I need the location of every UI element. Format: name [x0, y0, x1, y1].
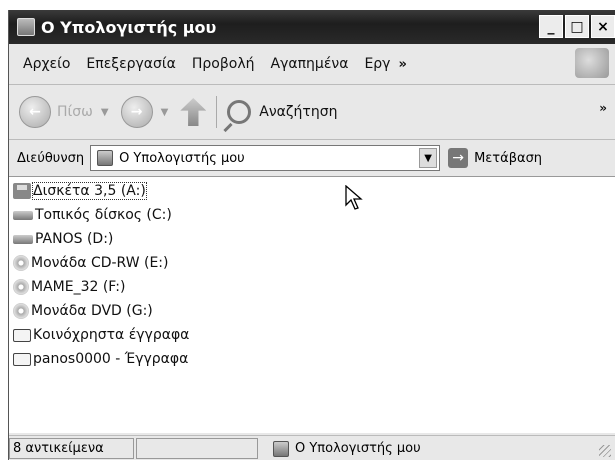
address-value: Ο Υπολογιστής μου	[119, 150, 245, 166]
list-item[interactable]: PANOS (D:)	[13, 229, 113, 249]
address-label: Διεύθυνση	[17, 150, 85, 166]
menu-favorites[interactable]: Αγαπημένα	[271, 56, 349, 72]
back-dropdown-icon[interactable]: ▼	[101, 107, 109, 118]
item-label: Δισκέτα 3,5 (A:)	[32, 182, 147, 200]
status-empty-cell	[136, 438, 258, 459]
window-title: Ο Υπολογιστής μου	[41, 17, 217, 37]
menu-bar: Αρχείο Επεξεργασία Προβολή Αγαπημένα Εργ…	[9, 44, 615, 85]
list-item[interactable]: Τοπικός δίσκος (C:)	[13, 205, 172, 225]
list-item[interactable]: Κοινόχρηστα έγγραφα	[13, 325, 189, 345]
list-item[interactable]: panos0000 - Έγγραφα	[13, 349, 188, 369]
item-label: Τοπικός δίσκος (C:)	[35, 207, 172, 223]
folder-icon	[13, 352, 31, 366]
item-label: Μονάδα DVD (G:)	[31, 303, 153, 319]
my-computer-icon	[97, 150, 114, 166]
back-button[interactable]: ← Πίσω ▼	[19, 96, 109, 128]
local-disk-icon	[13, 234, 33, 244]
toolbar-separator	[216, 96, 218, 128]
address-dropdown-icon[interactable]: ▼	[419, 148, 438, 168]
search-icon[interactable]	[227, 100, 252, 124]
forward-dropdown-icon[interactable]: ▼	[161, 107, 169, 118]
mouse-cursor-icon	[345, 185, 363, 210]
item-label: Κοινόχρηστα έγγραφα	[33, 327, 190, 343]
menu-view[interactable]: Προβολή	[192, 56, 255, 72]
maximize-button[interactable]: □	[565, 15, 589, 38]
cd-drive-icon	[13, 279, 29, 295]
explorer-window: Ο Υπολογιστής μου _ □ × Αρχείο Επεξεργασ…	[8, 10, 615, 460]
status-location: Ο Υπολογιστής μου	[270, 438, 500, 459]
folder-icon	[13, 328, 31, 342]
toolbar: ← Πίσω ▼ → ▼ Αναζήτηση »	[9, 85, 615, 140]
my-computer-icon	[17, 18, 35, 36]
menu-edit[interactable]: Επεξεργασία	[86, 56, 175, 72]
file-list: Δισκέτα 3,5 (A:) Τοπικός δίσκος (C:) PAN…	[9, 177, 615, 433]
item-label: Μονάδα CD-RW (E:)	[31, 255, 169, 271]
list-item[interactable]: Δισκέτα 3,5 (A:)	[13, 181, 147, 201]
back-label: Πίσω	[57, 104, 93, 120]
local-disk-icon	[13, 210, 33, 220]
search-label[interactable]: Αναζήτηση	[259, 104, 337, 120]
back-arrow-icon: ←	[19, 96, 51, 128]
item-label: panos0000 - Έγγραφα	[33, 351, 189, 367]
status-location-label: Ο Υπολογιστής μου	[295, 441, 421, 456]
address-bar: Διεύθυνση Ο Υπολογιστής μου ▼ → Μετάβαση	[9, 140, 615, 177]
my-computer-icon	[273, 440, 289, 457]
list-item[interactable]: MAME_32 (F:)	[13, 277, 125, 297]
address-field[interactable]: Ο Υπολογιστής μου ▼	[90, 145, 441, 171]
menu-file[interactable]: Αρχείο	[23, 56, 70, 72]
up-folder-icon[interactable]	[180, 98, 207, 126]
menu-tools[interactable]: Εργ	[364, 56, 390, 72]
list-item[interactable]: Μονάδα CD-RW (E:)	[13, 253, 168, 273]
dvd-drive-icon	[13, 303, 29, 319]
cd-drive-icon	[13, 255, 29, 271]
menu-overflow-chevron-icon[interactable]: »	[398, 57, 406, 72]
status-item-count: 8 αντικείμενα	[9, 438, 134, 459]
resize-grip-icon[interactable]	[599, 445, 611, 457]
go-button[interactable]: Μετάβαση	[474, 151, 542, 166]
status-bar: 8 αντικείμενα Ο Υπολογιστής μου	[9, 435, 615, 460]
windows-logo-icon	[575, 48, 609, 78]
list-item[interactable]: Μονάδα DVD (G:)	[13, 301, 153, 321]
title-bar[interactable]: Ο Υπολογιστής μου _ □ ×	[9, 10, 615, 44]
minimize-button[interactable]: _	[539, 15, 563, 38]
close-button[interactable]: ×	[591, 15, 615, 38]
item-label: MAME_32 (F:)	[31, 279, 126, 295]
toolbar-overflow-chevron-icon[interactable]: »	[599, 101, 607, 115]
window-controls: _ □ ×	[539, 15, 615, 38]
item-label: PANOS (D:)	[35, 231, 114, 247]
floppy-drive-icon	[13, 183, 31, 199]
go-arrow-icon[interactable]: →	[448, 148, 469, 168]
forward-button[interactable]: →	[120, 96, 153, 128]
